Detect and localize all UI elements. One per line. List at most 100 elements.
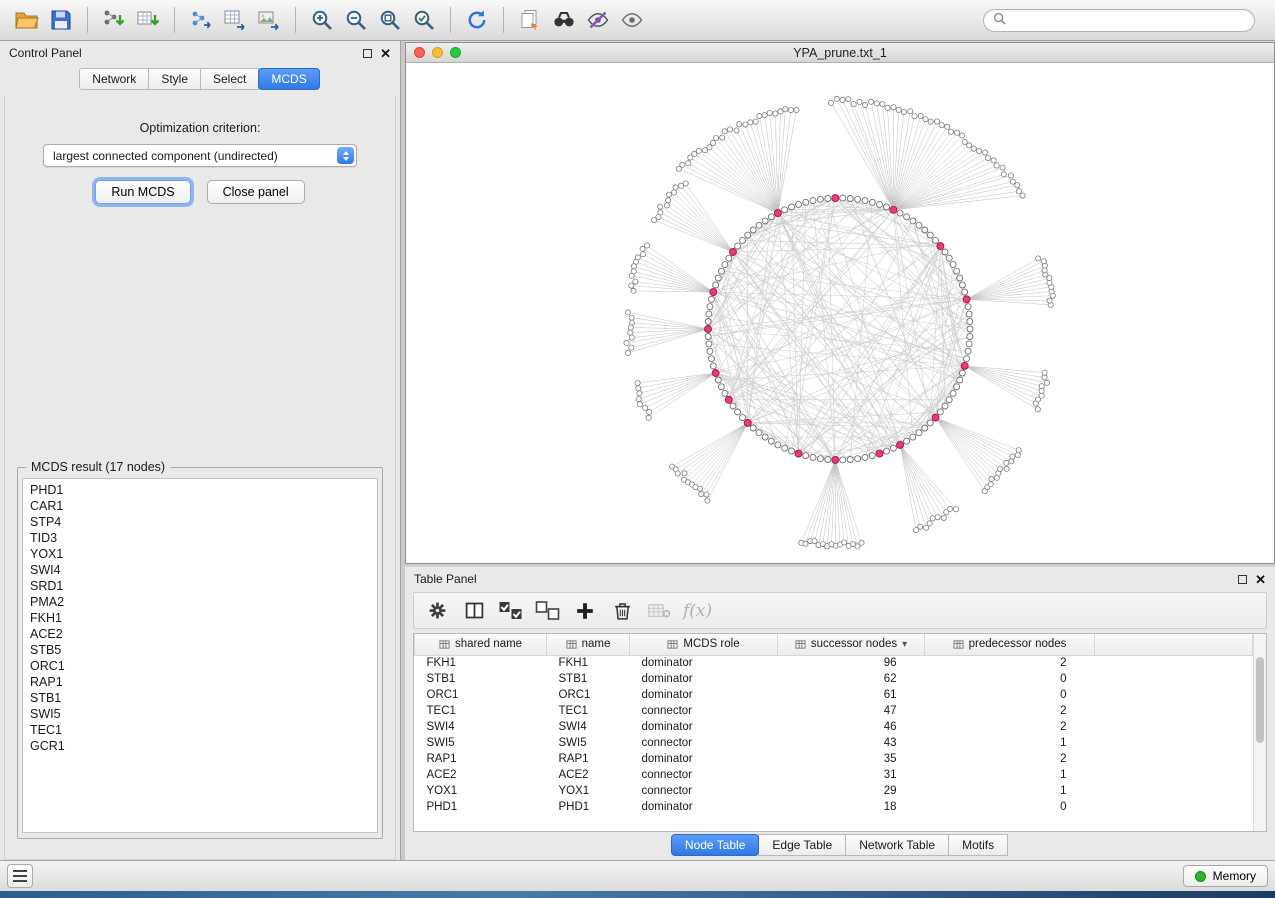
mcds-result-item[interactable]: STP4 <box>23 514 377 530</box>
float-panel-icon[interactable] <box>363 49 372 58</box>
table-row[interactable]: ORC1ORC1dominator610 <box>415 687 1253 703</box>
memory-label: Memory <box>1213 869 1256 883</box>
mcds-result-item[interactable]: ACE2 <box>23 626 377 642</box>
close-panel-icon[interactable]: ✕ <box>380 47 391 60</box>
table-cell: FKH1 <box>415 655 547 671</box>
add-column-icon[interactable] <box>570 597 600 625</box>
table-row[interactable]: PHD1PHD1dominator180 <box>415 799 1253 815</box>
table-settings-gear-icon[interactable] <box>422 597 452 625</box>
deselect-all-rows-icon[interactable] <box>533 597 563 625</box>
column-header-shared-name[interactable]: shared name <box>415 634 547 655</box>
zoom-fit-icon[interactable] <box>373 4 407 36</box>
save-session-icon[interactable] <box>44 4 78 36</box>
column-header-successor-nodes[interactable]: successor nodes▾ <box>778 634 925 655</box>
column-header-predecessor-nodes[interactable]: predecessor nodes <box>925 634 1095 655</box>
table-cell-filler <box>1095 703 1253 719</box>
mcds-result-item[interactable]: FKH1 <box>23 610 377 626</box>
mcds-result-item[interactable]: TID3 <box>23 530 377 546</box>
apply-layout-icon[interactable] <box>460 4 494 36</box>
network-canvas[interactable] <box>406 63 1274 563</box>
column-header-name[interactable]: name <box>547 634 630 655</box>
hide-selected-icon[interactable] <box>581 4 615 36</box>
criterion-dropdown[interactable]: largest connected component (undirected) <box>43 144 357 167</box>
table-row[interactable]: SWI5SWI5connector431 <box>415 735 1253 751</box>
close-panel-button[interactable]: Close panel <box>207 180 305 204</box>
select-all-rows-icon[interactable] <box>496 597 526 625</box>
duplicate-network-icon[interactable] <box>513 4 547 36</box>
mcds-result-title: MCDS result (17 nodes) <box>26 460 170 474</box>
table-cell: 18 <box>778 799 925 815</box>
mcds-result-item[interactable]: SWI4 <box>23 562 377 578</box>
zoom-selected-icon[interactable] <box>407 4 441 36</box>
network-titlebar[interactable]: YPA_prune.txt_1 <box>406 43 1274 63</box>
tab-style[interactable]: Style <box>148 68 201 90</box>
column-header-mcds-role[interactable]: MCDS role <box>630 634 778 655</box>
delete-column-icon[interactable] <box>607 597 637 625</box>
tab-network[interactable]: Network <box>79 68 149 90</box>
mcds-result-item[interactable]: GCR1 <box>23 738 377 754</box>
zoom-out-icon[interactable] <box>339 4 373 36</box>
tab-mcds[interactable]: MCDS <box>258 68 319 90</box>
show-all-icon[interactable] <box>615 4 649 36</box>
search-input[interactable] <box>1012 12 1245 28</box>
table-cell: connector <box>630 703 778 719</box>
mcds-result-item[interactable]: TEC1 <box>23 722 377 738</box>
table-cell-filler <box>1095 687 1253 703</box>
function-builder-icon: f(x) <box>681 601 712 621</box>
table-cell: TEC1 <box>547 703 630 719</box>
mcds-result-item[interactable]: ORC1 <box>23 658 377 674</box>
zoom-in-icon[interactable] <box>305 4 339 36</box>
table-cell: STB1 <box>547 671 630 687</box>
table-scrollbar-thumb[interactable] <box>1256 657 1264 743</box>
table-row[interactable]: SWI4SWI4dominator462 <box>415 719 1253 735</box>
table-cell: dominator <box>630 719 778 735</box>
table-row[interactable]: ACE2ACE2connector311 <box>415 767 1253 783</box>
mcds-result-item[interactable]: STB1 <box>23 690 377 706</box>
log-console-icon[interactable] <box>7 864 33 888</box>
table-cell: 0 <box>925 799 1095 815</box>
table-cell: YOX1 <box>415 783 547 799</box>
export-image-icon[interactable] <box>252 4 286 36</box>
memory-button[interactable]: Memory <box>1183 865 1268 887</box>
table-row[interactable]: FKH1FKH1dominator962 <box>415 655 1253 671</box>
mcds-result-item[interactable]: CAR1 <box>23 498 377 514</box>
table-cell: 35 <box>778 751 925 767</box>
table-row[interactable]: RAP1RAP1dominator352 <box>415 751 1253 767</box>
mcds-result-item[interactable]: STB5 <box>23 642 377 658</box>
search-box[interactable] <box>983 9 1255 32</box>
import-network-icon[interactable] <box>97 4 131 36</box>
mcds-result-item[interactable]: PHD1 <box>23 482 377 498</box>
mcds-result-item[interactable]: YOX1 <box>23 546 377 562</box>
table-cell: ORC1 <box>415 687 547 703</box>
tab-network-table[interactable]: Network Table <box>845 834 949 856</box>
export-table-icon[interactable] <box>218 4 252 36</box>
close-table-panel-icon[interactable]: ✕ <box>1255 573 1266 586</box>
run-mcds-button[interactable]: Run MCDS <box>95 180 190 204</box>
mcds-result-groupbox: MCDS result (17 nodes) PHD1CAR1STP4TID3Y… <box>17 467 383 839</box>
table-cell: PHD1 <box>547 799 630 815</box>
tab-node-table[interactable]: Node Table <box>671 834 760 856</box>
mcds-result-item[interactable]: SRD1 <box>23 578 377 594</box>
tab-edge-table[interactable]: Edge Table <box>758 834 846 856</box>
mcds-result-item[interactable]: RAP1 <box>23 674 377 690</box>
mcds-result-list[interactable]: PHD1CAR1STP4TID3YOX1SWI4SRD1PMA2FKH1ACE2… <box>22 478 378 833</box>
main-area: Control Panel ✕ Network Style Select MCD… <box>0 41 1275 860</box>
tab-motifs[interactable]: Motifs <box>948 834 1008 856</box>
table-cell: dominator <box>630 671 778 687</box>
table-row[interactable]: TEC1TEC1connector472 <box>415 703 1253 719</box>
table-panel: Table Panel ✕ <box>405 567 1275 860</box>
table-scrollbar[interactable] <box>1253 634 1266 831</box>
network-graph[interactable] <box>406 63 1273 563</box>
show-columns-icon[interactable] <box>459 597 489 625</box>
tab-select[interactable]: Select <box>200 68 259 90</box>
control-panel-header: Control Panel ✕ <box>0 41 400 65</box>
table-row[interactable]: YOX1YOX1connector291 <box>415 783 1253 799</box>
mcds-result-item[interactable]: PMA2 <box>23 594 377 610</box>
import-table-icon[interactable] <box>131 4 165 36</box>
export-network-icon[interactable] <box>184 4 218 36</box>
open-file-icon[interactable] <box>10 4 44 36</box>
mcds-result-item[interactable]: SWI5 <box>23 706 377 722</box>
table-row[interactable]: STB1STB1dominator620 <box>415 671 1253 687</box>
float-table-panel-icon[interactable] <box>1238 575 1247 584</box>
find-binoculars-icon[interactable] <box>547 4 581 36</box>
